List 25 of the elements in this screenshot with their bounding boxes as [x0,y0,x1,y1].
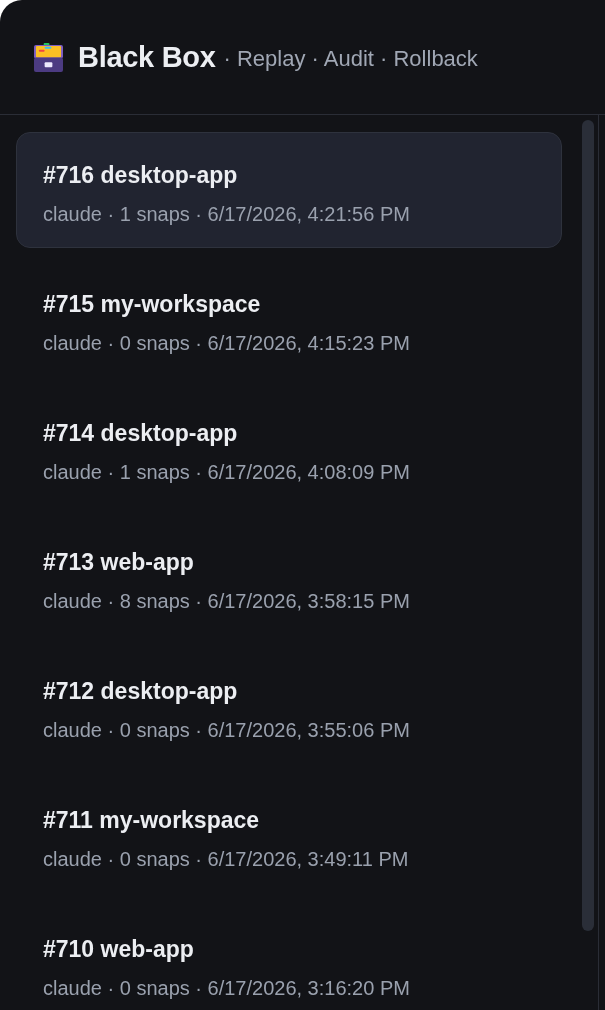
session-item[interactable]: #715 my-workspace claude · 0 snaps · 6/17/2026, 4:15:23 PM [16,261,562,377]
session-item[interactable]: #716 desktop-app claude · 1 snaps · 6/17/2026, 4:21:56 PM [16,132,562,248]
session-title: #710 web-app [43,935,195,964]
session-meta: claude · 0 snaps · 6/17/2026, 4:15:23 PM [43,331,411,356]
session-meta: claude · 1 snaps · 6/17/2026, 4:08:09 PM [43,460,411,485]
session-item[interactable]: #714 desktop-app claude · 1 snaps · 6/17/2026, 4:08:09 PM [16,390,562,506]
session-meta: claude · 0 snaps · 6/17/2026, 3:55:06 PM [43,718,411,743]
session-title: #711 my-workspace [43,806,261,835]
app-title: Black Box [78,40,216,74]
session-title: #713 web-app [43,548,195,577]
session-meta: claude · 0 snaps · 6/17/2026, 3:16:20 PM [43,976,411,1001]
app-subtitle: · Replay · Audit · Rollback [223,45,478,72]
session-item[interactable]: #713 web-app claude · 8 snaps · 6/17/2026, 3:58:15 PM [16,519,562,635]
session-meta: claude · 0 snaps · 6/17/2026, 3:49:11 PM [43,847,410,872]
session-title: #716 desktop-app [43,161,239,190]
session-item[interactable]: #711 my-workspace claude · 0 snaps · 6/17/2026, 3:49:11 PM [16,777,562,893]
scrollbar-thumb[interactable] [582,120,594,931]
session-title: #712 desktop-app [43,677,239,706]
session-meta: claude · 1 snaps · 6/17/2026, 4:21:56 PM [43,202,411,227]
session-meta: claude · 8 snaps · 6/17/2026, 3:58:15 PM [43,589,411,614]
session-title: #715 my-workspace [43,290,262,319]
session-item[interactable]: #712 desktop-app claude · 0 snaps · 6/17/2026, 3:55:06 PM [16,648,562,764]
session-title: #714 desktop-app [43,419,239,448]
file-cabinet-icon [33,42,64,72]
session-item[interactable]: #710 web-app claude · 0 snaps · 6/17/2026, 3:16:20 PM [16,906,562,1010]
